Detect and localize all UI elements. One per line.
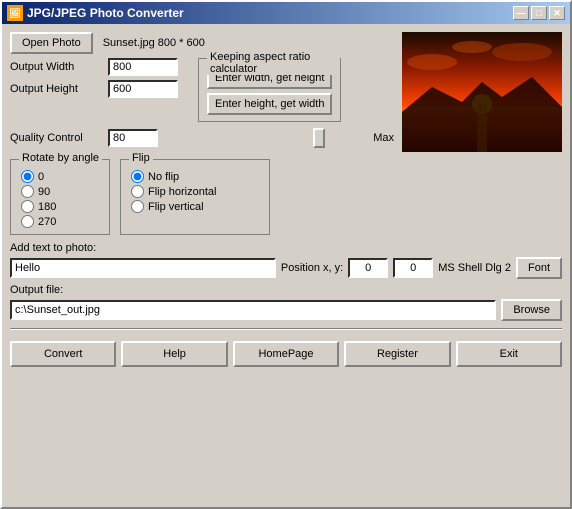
top-main-area: Open Photo Sunset.jpg 800 * 600 Output W… bbox=[10, 32, 562, 152]
rotate-radio-group: 0 90 180 270 bbox=[21, 170, 99, 228]
title-bar-left: 🖼 JPG/JPEG Photo Converter bbox=[7, 5, 184, 21]
rotate-180-label: 180 bbox=[38, 201, 56, 213]
rotate-270-item[interactable]: 270 bbox=[21, 215, 99, 228]
main-window: 🖼 JPG/JPEG Photo Converter — □ ✕ Open Ph… bbox=[0, 0, 572, 509]
rotate-0-label: 0 bbox=[38, 171, 44, 183]
photo-preview bbox=[402, 32, 562, 152]
max-label: Max bbox=[373, 132, 394, 144]
output-width-label: Output Width bbox=[10, 61, 100, 73]
rotate-group-title: Rotate by angle bbox=[19, 152, 102, 164]
aspect-group-label: Keeping aspect ratio calculator bbox=[207, 51, 340, 75]
output-height-label: Output Height bbox=[10, 83, 100, 95]
exit-button[interactable]: Exit bbox=[456, 341, 562, 367]
rotate-270-label: 270 bbox=[38, 216, 56, 228]
quality-slider[interactable] bbox=[166, 128, 361, 148]
output-height-row: Output Height bbox=[10, 80, 178, 98]
rotate-90-label: 90 bbox=[38, 186, 50, 198]
output-height-input[interactable] bbox=[108, 80, 178, 98]
flip-no-label: No flip bbox=[148, 171, 179, 183]
output-path-input[interactable] bbox=[10, 300, 496, 320]
rotate-270-radio[interactable] bbox=[21, 215, 34, 228]
rotate-0-radio[interactable] bbox=[21, 170, 34, 183]
rotate-0-item[interactable]: 0 bbox=[21, 170, 99, 183]
maximize-button[interactable]: □ bbox=[531, 6, 547, 20]
browse-button[interactable]: Browse bbox=[501, 299, 562, 321]
flip-radio-group: No flip Flip horizontal Flip vertical bbox=[131, 170, 259, 213]
output-file-section: Output file: Browse bbox=[10, 284, 562, 321]
output-file-label: Output file: bbox=[10, 284, 562, 296]
rotate-group: Rotate by angle 0 90 180 bbox=[10, 159, 110, 235]
rotate-180-radio[interactable] bbox=[21, 200, 34, 213]
quality-row: Quality Control Max bbox=[10, 128, 394, 148]
output-file-inputs: Browse bbox=[10, 299, 562, 321]
flip-h-radio[interactable] bbox=[131, 185, 144, 198]
font-name-label: MS Shell Dlg 2 bbox=[438, 262, 511, 274]
title-bar-buttons: — □ ✕ bbox=[513, 6, 565, 20]
help-button[interactable]: Help bbox=[121, 341, 227, 367]
flip-v-label: Flip vertical bbox=[148, 201, 204, 213]
bottom-buttons: Convert Help HomePage Register Exit bbox=[10, 341, 562, 367]
add-text-input[interactable] bbox=[10, 258, 276, 278]
register-button[interactable]: Register bbox=[344, 341, 450, 367]
dims-and-aspect-row: Output Width Output Height Keeping aspec… bbox=[10, 58, 394, 122]
title-bar: 🖼 JPG/JPEG Photo Converter — □ ✕ bbox=[2, 2, 570, 24]
position-label: Position x, y: bbox=[281, 262, 343, 274]
preview-image bbox=[402, 32, 562, 152]
content-area: Open Photo Sunset.jpg 800 * 600 Output W… bbox=[2, 24, 570, 507]
dims-col: Output Width Output Height bbox=[10, 58, 178, 98]
flip-no-radio[interactable] bbox=[131, 170, 144, 183]
homepage-button[interactable]: HomePage bbox=[233, 341, 339, 367]
minimize-button[interactable]: — bbox=[513, 6, 529, 20]
add-text-label: Add text to photo: bbox=[10, 242, 562, 254]
flip-v-item[interactable]: Flip vertical bbox=[131, 200, 259, 213]
quality-label: Quality Control bbox=[10, 132, 100, 144]
window-title: JPG/JPEG Photo Converter bbox=[27, 6, 184, 20]
separator bbox=[10, 328, 562, 330]
add-text-inputs: Position x, y: MS Shell Dlg 2 Font bbox=[10, 257, 562, 279]
rotate-90-radio[interactable] bbox=[21, 185, 34, 198]
quality-input[interactable] bbox=[108, 129, 158, 147]
flip-group-title: Flip bbox=[129, 152, 153, 164]
filename-text: Sunset.jpg 800 * 600 bbox=[103, 37, 205, 49]
close-button[interactable]: ✕ bbox=[549, 6, 565, 20]
slider-container bbox=[166, 128, 361, 148]
font-button[interactable]: Font bbox=[516, 257, 562, 279]
rotate-90-item[interactable]: 90 bbox=[21, 185, 99, 198]
flip-h-item[interactable]: Flip horizontal bbox=[131, 185, 259, 198]
pos-y-input[interactable] bbox=[393, 258, 433, 278]
output-width-row: Output Width bbox=[10, 58, 178, 76]
pos-x-input[interactable] bbox=[348, 258, 388, 278]
controls-row: Rotate by angle 0 90 180 bbox=[10, 159, 562, 235]
enter-height-button[interactable]: Enter height, get width bbox=[207, 93, 332, 115]
flip-no-item[interactable]: No flip bbox=[131, 170, 259, 183]
output-width-input[interactable] bbox=[108, 58, 178, 76]
convert-button[interactable]: Convert bbox=[10, 341, 116, 367]
app-icon: 🖼 bbox=[7, 5, 23, 21]
flip-h-label: Flip horizontal bbox=[148, 186, 216, 198]
top-controls: Open Photo Sunset.jpg 800 * 600 Output W… bbox=[10, 32, 394, 152]
aspect-group: Keeping aspect ratio calculator Enter wi… bbox=[198, 58, 341, 122]
open-photo-button[interactable]: Open Photo bbox=[10, 32, 93, 54]
flip-group: Flip No flip Flip horizontal Flip vertic… bbox=[120, 159, 270, 235]
flip-v-radio[interactable] bbox=[131, 200, 144, 213]
add-text-section: Add text to photo: Position x, y: MS She… bbox=[10, 242, 562, 279]
rotate-180-item[interactable]: 180 bbox=[21, 200, 99, 213]
